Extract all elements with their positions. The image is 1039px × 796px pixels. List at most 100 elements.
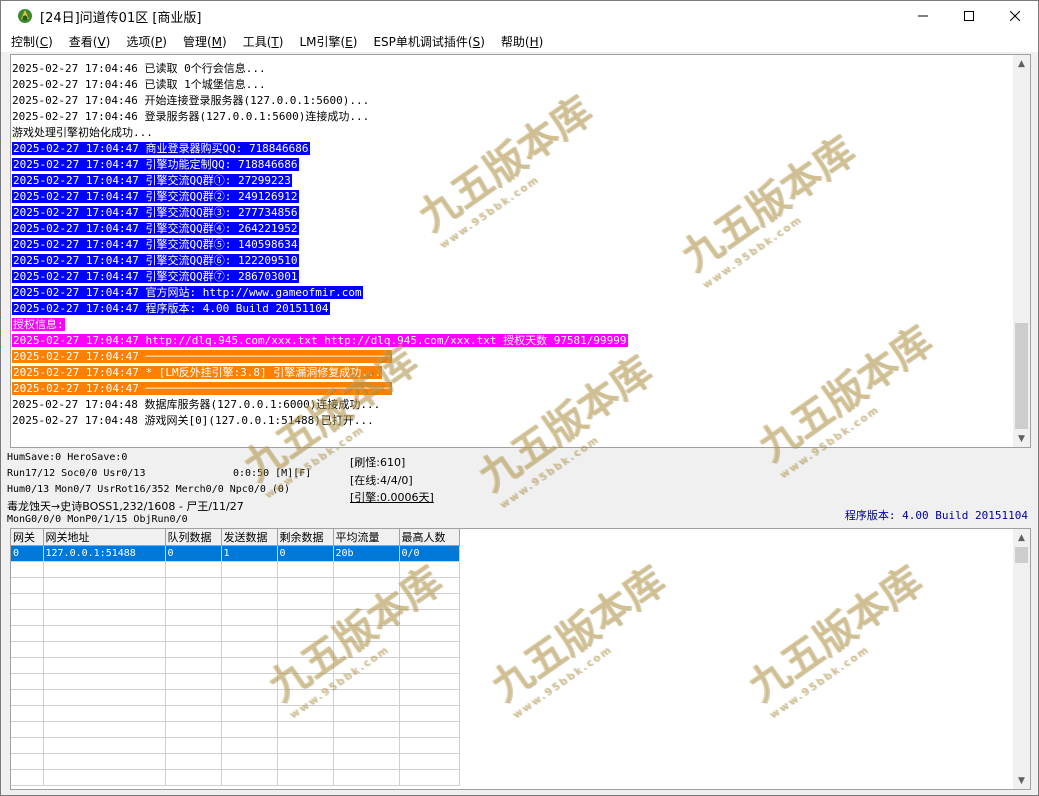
- empty-row: [11, 673, 460, 690]
- log-line-text: 2025-02-27 17:04:48 数据库服务器(127.0.0.1:600…: [12, 398, 381, 411]
- empty-cell: [165, 721, 222, 738]
- window-title: [24日]问道传01区 [商业版]: [40, 10, 202, 26]
- empty-cell: [333, 721, 400, 738]
- log-line: 2025-02-27 17:04:47 ────────────────────…: [12, 381, 1012, 397]
- scroll-down-icon[interactable]: ▼: [1013, 430, 1030, 447]
- menu-item-4[interactable]: 工具(T): [237, 33, 290, 50]
- empty-cell: [221, 753, 278, 770]
- empty-cell: [11, 737, 44, 754]
- empty-cell: [165, 593, 222, 610]
- empty-cell: [333, 609, 400, 626]
- empty-cell: [165, 737, 222, 754]
- empty-cell: [11, 577, 44, 594]
- log-line: 2025-02-27 17:04:47 官方网站: http://www.gam…: [12, 285, 1012, 301]
- menu-item-3[interactable]: 管理(M): [177, 33, 233, 50]
- menu-item-accel-key: H: [529, 35, 539, 49]
- log-line-text: 2025-02-27 17:04:47 引擎交流QQ群⑦: 286703001: [12, 270, 299, 283]
- empty-cell: [43, 673, 166, 690]
- column-header[interactable]: 发送数据: [221, 529, 278, 546]
- maximize-icon: [964, 11, 974, 21]
- menu-item-accel-key: E: [345, 35, 353, 49]
- log-line-text: 2025-02-27 17:04:47 引擎交流QQ群③: 277734856: [12, 206, 299, 219]
- menu-item-label-end: ): [222, 35, 227, 49]
- menu-item-label-end: ): [105, 35, 111, 49]
- column-header[interactable]: 网关地址: [43, 529, 166, 546]
- empty-cell: [333, 673, 400, 690]
- log-line-text: 2025-02-27 17:04:47 引擎交流QQ群⑤: 140598634: [12, 238, 299, 251]
- gateway-table[interactable]: 网关 网关地址 队列数据 发送数据 剩余数据 平均流量 最高人数 0 127.0.0.1:51…: [11, 529, 460, 786]
- column-header[interactable]: 剩余数据: [277, 529, 334, 546]
- empty-cell: [277, 561, 334, 578]
- empty-cell: [11, 769, 44, 786]
- column-header[interactable]: 最高人数: [399, 529, 460, 546]
- log-line-text: 2025-02-27 17:04:46 已读取 0个行会信息...: [12, 62, 266, 75]
- log-line: 授权信息:: [12, 317, 1012, 333]
- empty-cell: [11, 593, 44, 610]
- empty-cell: [277, 721, 334, 738]
- log-line-text: 授权信息:: [12, 318, 65, 331]
- empty-cell: [221, 561, 278, 578]
- log-line: 2025-02-27 17:04:47 ────────────────────…: [12, 349, 1012, 365]
- empty-cell: [43, 641, 166, 658]
- empty-cell: [277, 641, 334, 658]
- maximize-button[interactable]: [946, 1, 992, 31]
- empty-cell: [43, 721, 166, 738]
- empty-cell: [165, 561, 222, 578]
- log-line: 2025-02-27 17:04:47 引擎交流QQ群④: 264221952: [12, 221, 1012, 237]
- log-line: 2025-02-27 17:04:48 数据库服务器(127.0.0.1:600…: [12, 397, 1012, 413]
- empty-cell: [221, 689, 278, 706]
- column-header[interactable]: 平均流量: [333, 529, 400, 546]
- column-header[interactable]: 网关: [11, 529, 44, 546]
- table-row[interactable]: 0 127.0.0.1:51488 0 1 0 20b 0/0: [11, 545, 460, 562]
- empty-row: [11, 721, 460, 738]
- grid-scroll-up-icon[interactable]: ▲: [1013, 529, 1030, 546]
- scroll-up-icon[interactable]: ▲: [1013, 55, 1030, 72]
- empty-cell: [221, 737, 278, 754]
- empty-row: [11, 593, 460, 610]
- empty-cell: [399, 753, 460, 770]
- log-scrollbar[interactable]: ▲ ▼: [1013, 55, 1030, 447]
- menu-item-6[interactable]: ESP单机调试插件(S): [367, 33, 490, 50]
- column-header[interactable]: 队列数据: [165, 529, 222, 546]
- menu-item-0[interactable]: 控制(C): [5, 33, 59, 50]
- empty-cell: [165, 657, 222, 674]
- grid-scroll-down-icon[interactable]: ▼: [1013, 772, 1030, 789]
- app-icon: [18, 9, 32, 23]
- status-counts: Hum0/13 Mon0/7 UsrRot16/352 Merch0/0 Npc…: [7, 484, 290, 495]
- close-icon: [1010, 11, 1020, 21]
- menu-item-2[interactable]: 选项(P): [120, 33, 173, 50]
- empty-cell: [11, 641, 44, 658]
- close-button[interactable]: [992, 1, 1038, 31]
- log-panel[interactable]: 2025-02-27 17:04:46 已读取 0个行会信息... 2025-02…: [10, 54, 1031, 448]
- table-cell: 0: [11, 545, 44, 562]
- status-boss: 毒龙蚀天→史诗BOSS1,232/1608 - 尸王/11/27: [7, 500, 244, 513]
- menu-item-7[interactable]: 帮助(H): [495, 33, 549, 50]
- menu-item-label: 管理(: [182, 35, 212, 49]
- grid-scroll-thumb[interactable]: [1015, 547, 1028, 563]
- menu-item-label: 选项(: [126, 35, 156, 49]
- empty-cell: [43, 753, 166, 770]
- status-mon: MonG0/0/0 MonP0/1/15 ObjRun0/0: [7, 514, 188, 525]
- gateway-grid-panel[interactable]: 网关 网关地址 队列数据 发送数据 剩余数据 平均流量 最高人数 0 127.0.0.1:51…: [10, 528, 1031, 790]
- empty-cell: [399, 705, 460, 722]
- empty-cell: [399, 769, 460, 786]
- status-run: Run17/12 Soc0/0 Usr0/13: [7, 468, 146, 479]
- log-line: 2025-02-27 17:04:47 引擎交流QQ群⑦: 286703001: [12, 269, 1012, 285]
- empty-row: [11, 689, 460, 706]
- log-line: 2025-02-27 17:04:48 游戏网关[0](127.0.0.1:51…: [12, 413, 1012, 429]
- log-line: 游戏处理引擎初始化成功...: [12, 125, 1012, 141]
- menu-item-5[interactable]: LM引擎(E): [293, 33, 363, 50]
- menu-item-1[interactable]: 查看(V): [63, 33, 117, 50]
- log-scroll-thumb[interactable]: [1015, 323, 1028, 429]
- grid-scrollbar[interactable]: ▲ ▼: [1013, 529, 1030, 789]
- log-line-text: 2025-02-27 17:04:47 引擎交流QQ群②: 249126912: [12, 190, 299, 203]
- title-bar[interactable]: [24日]问道传01区 [商业版]: [1, 1, 1038, 31]
- log-line: 2025-02-27 17:04:46 登录服务器(127.0.0.1:5600…: [12, 109, 1012, 125]
- minimize-button[interactable]: [900, 1, 946, 31]
- empty-cell: [221, 673, 278, 690]
- table-cell: 20b: [333, 545, 400, 562]
- menu-item-label: 工具(: [242, 35, 272, 49]
- log-line-text: 2025-02-27 17:04:47 引擎交流QQ群④: 264221952: [12, 222, 299, 235]
- empty-cell: [399, 625, 460, 642]
- empty-cell: [165, 705, 222, 722]
